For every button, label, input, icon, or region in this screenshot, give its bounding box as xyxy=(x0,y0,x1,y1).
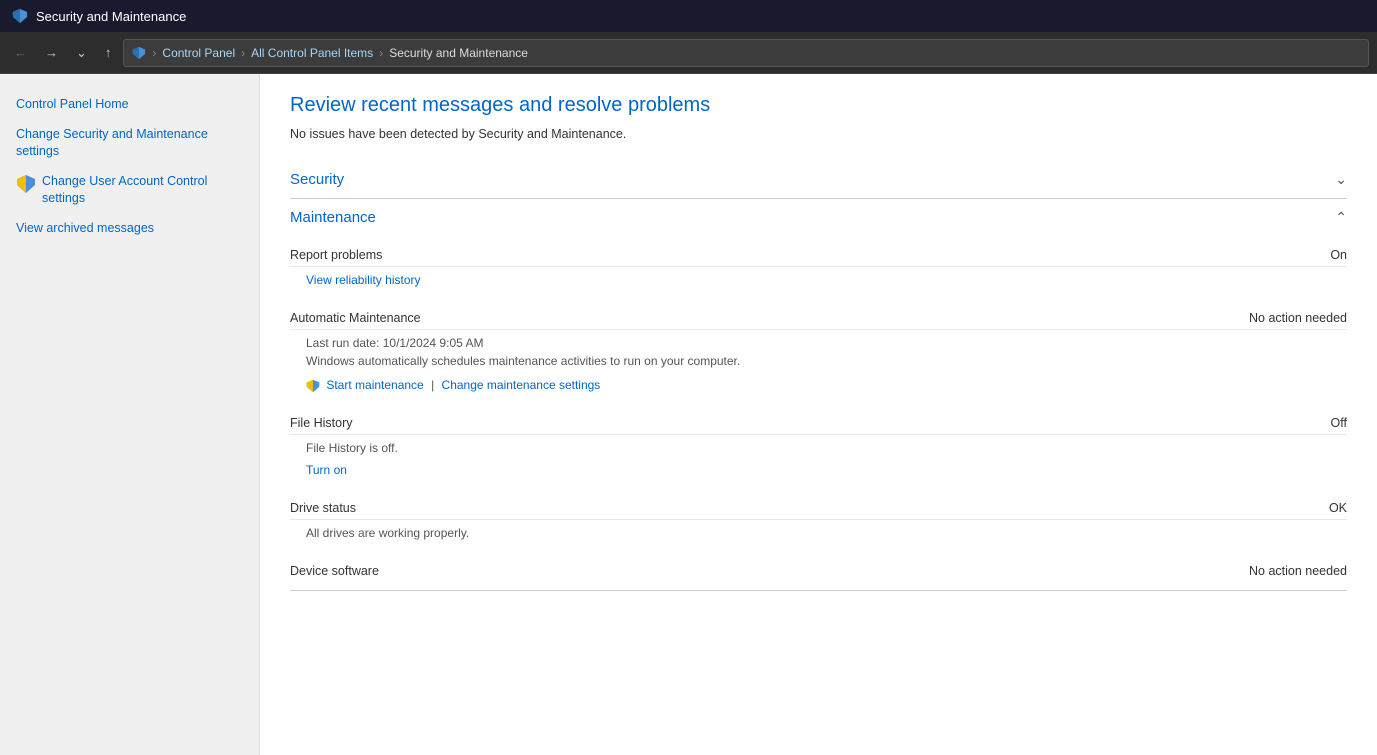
automatic-maintenance-label: Automatic Maintenance xyxy=(290,311,421,325)
main-container: Control Panel Home Change Security and M… xyxy=(0,74,1377,755)
maintenance-links: Start maintenance | Change maintenance s… xyxy=(306,376,1347,394)
security-chevron: ⌄ xyxy=(1335,171,1347,188)
forward-button[interactable]: → xyxy=(39,41,64,64)
content-area: Review recent messages and resolve probl… xyxy=(260,74,1377,755)
path-security-maintenance: Security and Maintenance xyxy=(389,46,528,60)
automatic-maintenance-details: Last run date: 10/1/2024 9:05 AM Windows… xyxy=(290,330,1347,404)
report-problems-row: Report problems On View reliability hist… xyxy=(290,236,1347,299)
report-problems-label: Report problems xyxy=(290,248,382,262)
sidebar-item-label: Control Panel Home xyxy=(16,96,129,114)
sidebar-item-label: Change Security and Maintenance settings xyxy=(16,126,243,161)
file-history-status: Off xyxy=(1331,416,1347,430)
page-title: Review recent messages and resolve probl… xyxy=(290,94,1347,117)
file-history-note: File History is off. xyxy=(306,439,1347,457)
app-icon xyxy=(12,8,28,24)
sidebar-item-view-archived[interactable]: View archived messages xyxy=(0,214,259,244)
maintenance-section-header[interactable]: Maintenance ⌃ xyxy=(290,198,1347,236)
maintenance-section-title: Maintenance xyxy=(290,209,376,226)
automatic-maintenance-row: Automatic Maintenance No action needed L… xyxy=(290,299,1347,404)
file-history-row: File History Off File History is off. Tu… xyxy=(290,404,1347,489)
drive-status-label: Drive status xyxy=(290,501,356,515)
change-maintenance-settings-link[interactable]: Change maintenance settings xyxy=(442,378,601,392)
device-software-row: Device software No action needed xyxy=(290,552,1347,582)
drive-status-note: All drives are working properly. xyxy=(306,524,1347,542)
security-section-header[interactable]: Security ⌄ xyxy=(290,161,1347,198)
file-history-link-container: Turn on xyxy=(306,461,1347,479)
file-history-details: File History is off. Turn on xyxy=(290,435,1347,489)
sidebar-item-control-panel-home[interactable]: Control Panel Home xyxy=(0,90,259,120)
turn-on-link[interactable]: Turn on xyxy=(306,463,347,477)
recent-locations-button[interactable]: ⌄ xyxy=(70,41,93,65)
up-button[interactable]: ↑ xyxy=(99,41,118,64)
sidebar: Control Panel Home Change Security and M… xyxy=(0,74,260,755)
link-separator: | xyxy=(431,378,437,392)
shield-start-maintenance-icon xyxy=(306,379,320,393)
path-control-panel[interactable]: Control Panel xyxy=(162,46,235,60)
maintenance-last-run: Last run date: 10/1/2024 9:05 AM xyxy=(306,334,1347,352)
subtitle: No issues have been detected by Security… xyxy=(290,127,1347,141)
title-bar: Security and Maintenance xyxy=(0,0,1377,32)
automatic-maintenance-status: No action needed xyxy=(1249,311,1347,325)
title-bar-text: Security and Maintenance xyxy=(36,9,186,24)
sidebar-item-change-security[interactable]: Change Security and Maintenance settings xyxy=(0,120,259,167)
report-problems-status: On xyxy=(1330,248,1347,262)
bottom-divider xyxy=(290,590,1347,591)
file-history-label: File History xyxy=(290,416,353,430)
start-maintenance-link[interactable]: Start maintenance xyxy=(326,378,423,392)
address-bar: ← → ⌄ ↑ › Control Panel › All Control Pa… xyxy=(0,32,1377,74)
back-button[interactable]: ← xyxy=(8,41,33,64)
maintenance-chevron: ⌃ xyxy=(1335,209,1347,226)
path-all-items[interactable]: All Control Panel Items xyxy=(251,46,373,60)
maintenance-schedule-note: Windows automatically schedules maintena… xyxy=(306,352,1347,370)
path-icon xyxy=(132,46,146,60)
device-software-label: Device software xyxy=(290,564,379,578)
view-reliability-history-link[interactable]: View reliability history xyxy=(306,273,421,287)
sidebar-item-label: Change User Account Control settings xyxy=(42,173,243,208)
address-path: › Control Panel › All Control Panel Item… xyxy=(123,39,1369,67)
device-software-status: No action needed xyxy=(1249,564,1347,578)
maintenance-section: Report problems On View reliability hist… xyxy=(290,236,1347,582)
drive-status-row: Drive status OK All drives are working p… xyxy=(290,489,1347,552)
drive-status-details: All drives are working properly. xyxy=(290,520,1347,552)
shield-icon xyxy=(16,174,36,194)
security-section-title: Security xyxy=(290,171,344,188)
report-problems-details: View reliability history xyxy=(290,267,1347,299)
sidebar-item-change-uac[interactable]: Change User Account Control settings xyxy=(0,167,259,214)
drive-status-status: OK xyxy=(1329,501,1347,515)
sidebar-item-label: View archived messages xyxy=(16,220,154,238)
